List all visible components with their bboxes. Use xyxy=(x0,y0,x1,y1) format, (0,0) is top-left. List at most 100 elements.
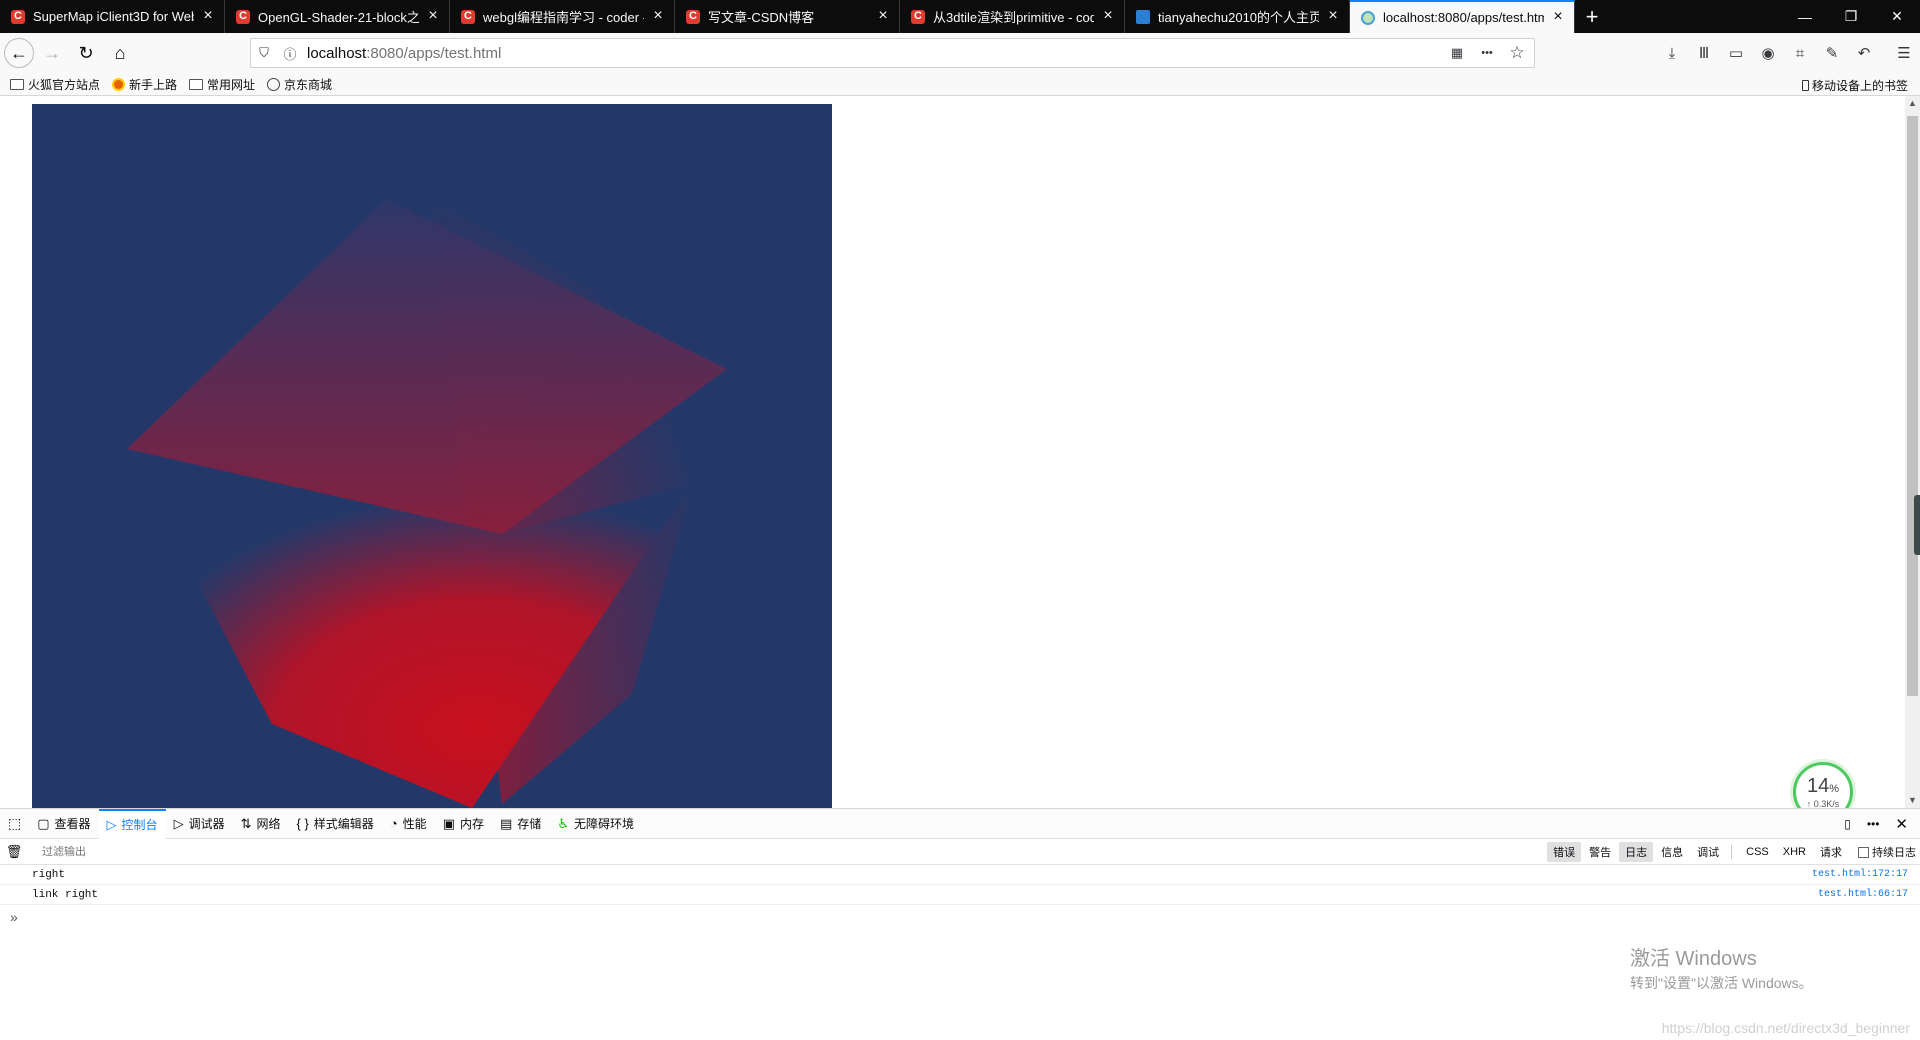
clear-console-icon[interactable]: 🗑 xyxy=(0,844,28,860)
close-tab-icon[interactable]: × xyxy=(200,7,216,25)
tab-debugger[interactable]: ▷ 调试器 xyxy=(166,809,233,839)
element-picker-icon[interactable]: ⬚ xyxy=(0,809,29,839)
forward-button[interactable]: → xyxy=(36,37,68,69)
url-bar[interactable]: ⛉ ⓘ localhost:8080/apps/test.html ▦ ••• … xyxy=(250,38,1535,68)
devtools-controls: ▯ ••• ✕ xyxy=(1836,809,1916,839)
log-message: link right xyxy=(32,888,99,901)
tab-accessibility[interactable]: ♿ 无障碍环境 xyxy=(549,809,642,839)
minimize-button[interactable]: — xyxy=(1782,0,1828,33)
reload-button[interactable]: ↻ xyxy=(70,37,102,69)
scroll-up-icon[interactable]: ▲ xyxy=(1905,96,1920,111)
console-log-row: link right test.html:66:17 xyxy=(0,885,1920,905)
tracking-protection-icon[interactable]: ⛉ xyxy=(251,40,277,66)
menu-icon[interactable]: ☰ xyxy=(1888,37,1920,69)
close-tab-icon[interactable]: × xyxy=(1100,7,1116,25)
blog-favicon-icon xyxy=(1135,9,1151,25)
browser-tab[interactable]: C OpenGL-Shader-21-block之 × xyxy=(225,0,450,33)
tab-performance[interactable]: ◔ 性能 xyxy=(382,809,435,839)
tab-style-editor[interactable]: { } 样式编辑器 xyxy=(289,809,382,839)
page-actions-icon[interactable]: ••• xyxy=(1470,40,1504,66)
browser-tab[interactable]: C SuperMap iClient3D for Web × xyxy=(0,0,225,33)
browser-tab[interactable]: C webgl编程指南学习 - coder - × xyxy=(450,0,675,33)
account-icon[interactable]: ◉ xyxy=(1752,37,1784,69)
bookmark-label: 火狐官方站点 xyxy=(28,77,101,92)
screenshot-icon[interactable]: ⌗ xyxy=(1784,37,1816,69)
navigation-toolbar: ← → ↻ ⌂ ⛉ ⓘ localhost:8080/apps/test.htm… xyxy=(0,33,1920,73)
bookmark-item[interactable]: 新手上路 xyxy=(112,76,177,93)
bookmark-item[interactable]: 火狐官方站点 xyxy=(10,76,100,93)
close-tab-icon[interactable]: × xyxy=(650,7,666,25)
tab-title: localhost:8080/apps/test.htm xyxy=(1383,10,1544,25)
persist-logs-toggle[interactable]: 持续日志 xyxy=(1858,844,1916,860)
tab-console[interactable]: ▷ 控制台 xyxy=(98,808,166,839)
speed-percent: 14% xyxy=(1806,774,1840,797)
library-icon[interactable]: Ⅲ xyxy=(1688,37,1720,69)
bookmark-star-icon[interactable]: ☆ xyxy=(1504,40,1530,66)
close-tab-icon[interactable]: × xyxy=(1550,8,1566,26)
restore-button[interactable]: ❐ xyxy=(1828,0,1874,33)
toolbar-right: ⤓ Ⅲ ▭ ◉ ⌗ ✎ ↶ ☰ xyxy=(1656,37,1920,69)
tab-memory[interactable]: ▣ 内存 xyxy=(435,809,492,839)
filter-info[interactable]: 信息 xyxy=(1655,842,1689,862)
page-content xyxy=(0,96,1905,808)
dock-icon[interactable]: ▯ xyxy=(1836,809,1859,839)
close-tab-icon[interactable]: × xyxy=(875,7,891,25)
filter-logs[interactable]: 日志 xyxy=(1619,842,1654,862)
filter-output-input[interactable] xyxy=(42,845,342,858)
bookmark-item[interactable]: 京东商城 xyxy=(267,76,332,93)
tab-title: SuperMap iClient3D for Web xyxy=(33,9,194,24)
filter-xhr[interactable]: XHR xyxy=(1777,844,1812,860)
memory-icon: ▣ xyxy=(442,815,455,831)
home-button[interactable]: ⌂ xyxy=(104,37,136,69)
filter-warnings[interactable]: 警告 xyxy=(1583,842,1617,862)
close-tab-icon[interactable]: × xyxy=(1325,7,1341,25)
side-panel-handle[interactable] xyxy=(1914,495,1920,555)
browser-tab[interactable]: C 写文章-CSDN博客 × xyxy=(675,0,900,33)
feedback-icon[interactable]: ✎ xyxy=(1816,37,1848,69)
filter-css[interactable]: CSS xyxy=(1740,844,1775,860)
sidebar-icon[interactable]: ▭ xyxy=(1720,37,1752,69)
webgl-canvas[interactable] xyxy=(32,104,832,808)
console-input-prompt[interactable]: » xyxy=(0,905,1920,929)
vertical-scrollbar[interactable]: ▲ ▼ xyxy=(1905,96,1920,808)
scroll-thumb[interactable] xyxy=(1907,116,1918,696)
browser-tab[interactable]: tianyahechu2010的个人主页 - × xyxy=(1125,0,1350,33)
back-button[interactable]: ← xyxy=(4,38,34,68)
qr-code-icon[interactable]: ▦ xyxy=(1444,40,1470,66)
filter-errors[interactable]: 错误 xyxy=(1547,842,1582,862)
csdn-favicon-icon: C xyxy=(460,9,476,25)
devtools-panel: ⬚ ▢ 查看器 ▷ 控制台 ▷ 调试器 ⇅ 网络 { } 样式编辑器 ◔ 性能 ▣ 内存 ▤ 存… xyxy=(0,808,1920,1040)
folder-icon xyxy=(10,78,24,90)
speed-rate: ↑ 0.3K/s xyxy=(1806,798,1840,809)
tab-storage[interactable]: ▤ 存储 xyxy=(492,809,549,839)
url-text[interactable]: localhost:8080/apps/test.html xyxy=(307,45,501,62)
devtools-more-icon[interactable]: ••• xyxy=(1859,809,1888,839)
undo-close-icon[interactable]: ↶ xyxy=(1848,37,1880,69)
mobile-device-icon xyxy=(1801,80,1809,91)
csdn-favicon-icon: C xyxy=(685,9,701,25)
tab-network[interactable]: ⇅ 网络 xyxy=(233,809,289,839)
windows-activation-watermark: 激活 Windows 转到"设置"以激活 Windows。 xyxy=(1630,942,1813,993)
close-tab-icon[interactable]: × xyxy=(425,7,441,25)
site-info-icon[interactable]: ⓘ xyxy=(277,40,303,66)
log-source-link[interactable]: test.html:172:17 xyxy=(1812,869,1908,880)
tab-inspector[interactable]: ▢ 查看器 xyxy=(29,809,98,839)
bookmark-item[interactable]: 常用网址 xyxy=(189,76,255,93)
filter-requests[interactable]: 请求 xyxy=(1814,842,1848,862)
close-window-button[interactable]: ✕ xyxy=(1874,0,1920,33)
filter-debug[interactable]: 调试 xyxy=(1691,842,1725,862)
bookmarks-bar: 火狐官方站点 新手上路 常用网址 京东商城 移动设备上的书签 xyxy=(0,73,1920,96)
mobile-bookmarks[interactable]: 移动设备上的书签 xyxy=(1801,77,1908,94)
bookmark-label: 京东商城 xyxy=(284,77,333,92)
browser-tab[interactable]: C 从3dtile渲染到primitive - cod × xyxy=(900,0,1125,33)
new-tab-button[interactable]: + xyxy=(1575,0,1609,33)
log-source-link[interactable]: test.html:66:17 xyxy=(1818,889,1908,900)
downloads-icon[interactable]: ⤓ xyxy=(1656,37,1688,69)
tab-title: tianyahechu2010的个人主页 - xyxy=(1158,10,1319,25)
close-devtools-icon[interactable]: ✕ xyxy=(1887,809,1916,839)
browser-tab-active[interactable]: localhost:8080/apps/test.htm × xyxy=(1350,0,1575,33)
rendered-cube xyxy=(127,194,727,808)
folder-icon xyxy=(189,78,204,90)
console-icon: ▷ xyxy=(106,816,117,832)
scroll-down-icon[interactable]: ▼ xyxy=(1905,793,1920,808)
